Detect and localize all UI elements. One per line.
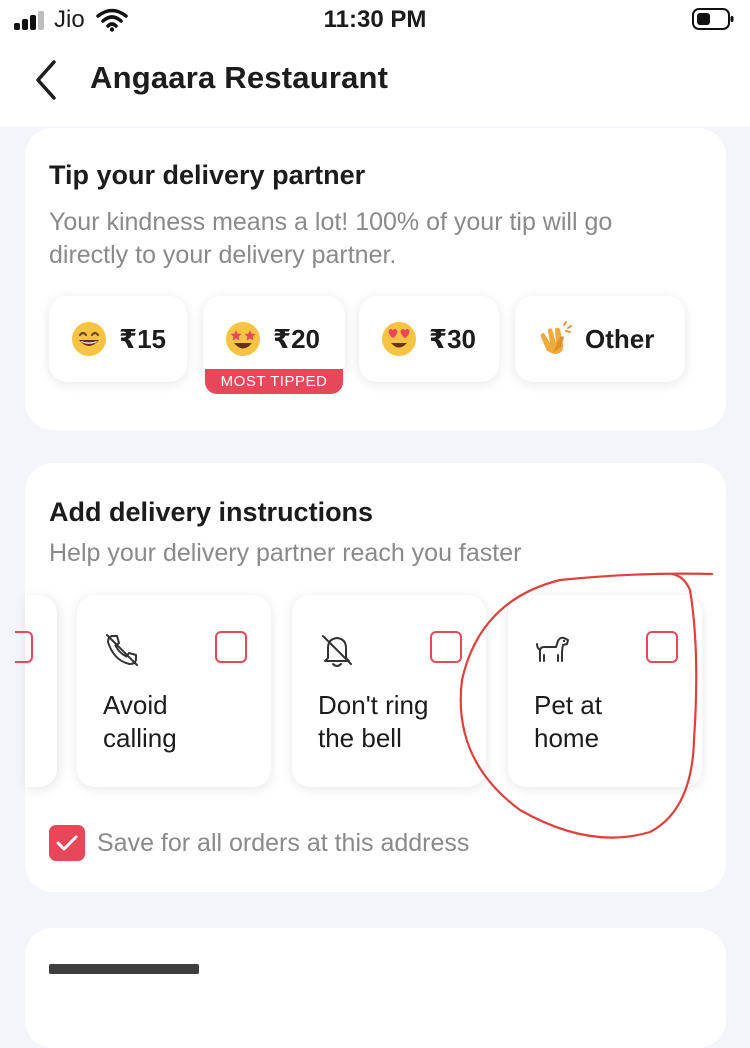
most-tipped-badge: MOST TIPPED: [203, 369, 345, 394]
instruction-label: Pet at home: [534, 689, 602, 755]
top-area: Jio 11:30 PM Angaara Restaurant: [0, 0, 750, 126]
instruction-label-line-2: calling: [103, 723, 177, 753]
instruction-tile-pet-at-home[interactable]: Pet at home: [508, 595, 702, 787]
checkmark-icon: [56, 835, 78, 851]
tip-title: Tip your delivery partner: [49, 160, 366, 190]
tip-option-other[interactable]: Other: [515, 296, 685, 382]
tip-option-label: ₹15: [119, 323, 167, 354]
instruction-label-line-1: Don't ring: [318, 690, 429, 720]
heart-eyes-face-icon: [382, 322, 416, 356]
tip-option-20[interactable]: ₹20 MOST TIPPED: [203, 296, 345, 394]
tip-option-label: Other: [585, 323, 655, 354]
clock: 11:30 PM: [323, 6, 427, 33]
app-header: Angaara Restaurant: [0, 44, 750, 126]
tip-subtitle-line-2: directly to your delivery partner.: [49, 241, 397, 269]
tip-option-15[interactable]: ₹15: [49, 296, 187, 382]
page-title: Angaara Restaurant: [90, 60, 389, 95]
most-tipped-badge-label: MOST TIPPED: [204, 369, 344, 394]
battery-icon: [692, 8, 734, 30]
tip-card: Tip your delivery partner Your kindness …: [25, 128, 726, 430]
tip-option-label: ₹20: [273, 323, 321, 354]
delivery-instructions-card: Add delivery instructions Help your deli…: [15, 463, 726, 892]
instruction-label: Don't ring the bell: [318, 689, 428, 755]
instruction-checkbox-partial: [15, 631, 33, 663]
pet-at-home-checkbox[interactable]: [646, 631, 678, 663]
tip-subtitle: Your kindness means a lot! 100% of your …: [49, 206, 612, 272]
save-for-all-orders-checkbox[interactable]: [49, 825, 85, 861]
instruction-label-line-2: the bell: [318, 723, 402, 753]
grinning-face-icon: [72, 322, 106, 356]
clapping-hands-icon: [540, 321, 572, 354]
save-for-all-orders-row[interactable]: Save for all orders at this address: [49, 825, 469, 861]
bell-off-icon: [322, 635, 352, 667]
instruction-label-line-1: Pet at: [534, 690, 602, 720]
instructions-subtitle: Help your delivery partner reach you fas…: [49, 539, 522, 567]
star-struck-face-icon: [226, 322, 260, 356]
tip-option-label: ₹30: [429, 323, 477, 354]
next-section-title-cutoff: [49, 964, 199, 974]
instruction-label-line-1: Avoid: [103, 690, 168, 720]
back-arrow-icon[interactable]: [26, 54, 70, 106]
dont-ring-bell-checkbox[interactable]: [430, 631, 462, 663]
instructions-title: Add delivery instructions: [49, 497, 374, 527]
instruction-tile-avoid-calling[interactable]: Avoid calling: [77, 595, 271, 787]
status-bar: Jio 11:30 PM: [0, 0, 750, 40]
save-for-all-orders-label: Save for all orders at this address: [97, 828, 470, 857]
dog-icon: [536, 636, 569, 662]
phone-off-icon: [106, 634, 138, 666]
tip-option-30[interactable]: ₹30: [359, 296, 499, 382]
instruction-label: Avoid calling: [103, 689, 177, 755]
instruction-tile-dont-ring-bell[interactable]: Don't ring the bell: [292, 595, 486, 787]
instruction-tile-offscreen[interactable]: [15, 595, 57, 787]
instruction-label-line-2: home: [534, 723, 600, 753]
next-section-card: [25, 928, 726, 1048]
tip-subtitle-line-1: Your kindness means a lot! 100% of your …: [49, 208, 613, 236]
avoid-calling-checkbox[interactable]: [215, 631, 247, 663]
